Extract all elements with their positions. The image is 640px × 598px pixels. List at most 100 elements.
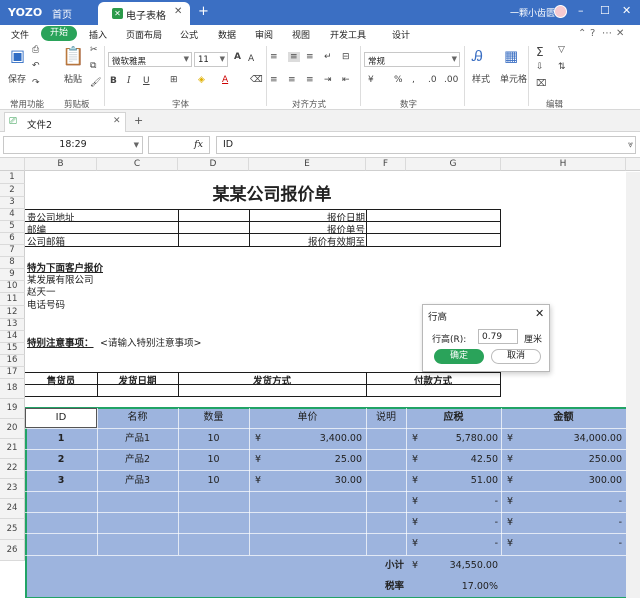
row-header[interactable]: 8 <box>0 257 25 269</box>
row-height-input[interactable]: 0.79 <box>478 329 518 344</box>
dialog-close-icon[interactable]: ✕ <box>535 307 544 320</box>
avatar[interactable] <box>554 5 567 18</box>
italic-icon[interactable]: I <box>127 76 131 86</box>
row-header[interactable]: 5 <box>0 221 25 233</box>
copy-icon[interactable]: ⧉ <box>90 61 96 71</box>
shrink-font-icon[interactable]: A <box>248 54 254 64</box>
row-header[interactable]: 6 <box>0 233 25 245</box>
row-header[interactable]: 22 <box>0 459 25 479</box>
column-header-b[interactable]: B <box>25 158 97 171</box>
row-header[interactable]: 2 <box>0 184 25 197</box>
menu-view[interactable]: 视图 <box>292 28 310 41</box>
style-icon[interactable]: Ꭿ <box>472 47 483 65</box>
row-header[interactable]: 25 <box>0 519 25 540</box>
help-icon[interactable]: ? <box>590 28 595 39</box>
formula-input[interactable]: ID <box>216 136 636 154</box>
row-header[interactable]: 19 <box>0 399 25 419</box>
style-label[interactable]: 样式 <box>472 72 490 85</box>
row-header[interactable]: 16 <box>0 355 25 367</box>
corner-select[interactable] <box>0 158 25 171</box>
row-header[interactable]: 7 <box>0 245 25 257</box>
align-top-icon[interactable]: ≡ <box>270 52 278 62</box>
fx-icon[interactable]: fx <box>148 136 210 154</box>
menu-file[interactable]: 文件 <box>11 28 29 41</box>
menu-design[interactable]: 设计 <box>392 28 410 41</box>
clear-format-icon[interactable]: ⌫ <box>250 75 263 85</box>
row-header[interactable]: 11 <box>0 293 25 306</box>
row-header[interactable]: 20 <box>0 419 25 439</box>
row-header[interactable]: 10 <box>0 281 25 293</box>
minimize-icon[interactable]: – <box>578 4 584 17</box>
row-header[interactable]: 9 <box>0 269 25 281</box>
cut-icon[interactable]: ✂ <box>90 45 98 55</box>
column-header-e[interactable]: E <box>249 158 366 171</box>
paste-icon[interactable]: 📋 <box>62 46 84 67</box>
row-header[interactable]: 14 <box>0 331 25 343</box>
document-tab[interactable]: ✕ 电子表格 ✕ <box>98 2 190 25</box>
row-header[interactable]: 24 <box>0 499 25 519</box>
menu-insert[interactable]: 插入 <box>89 28 107 41</box>
row-header[interactable]: 3 <box>0 197 25 209</box>
collapse-ribbon-icon[interactable]: ⌃ <box>578 28 586 39</box>
row-header[interactable]: 18 <box>0 379 25 399</box>
indent-icon[interactable]: ⇥ <box>324 75 332 85</box>
column-header-h[interactable]: H <box>501 158 626 171</box>
cancel-button[interactable]: 取消 <box>491 349 541 364</box>
row-header[interactable]: 23 <box>0 479 25 499</box>
menu-page-layout[interactable]: 页面布局 <box>126 28 162 41</box>
file-tab[interactable]: ⎚ 文件2 ✕ <box>4 112 126 132</box>
sort-icon[interactable]: ⇅ <box>558 62 566 72</box>
redo-icon[interactable]: ↷ <box>32 78 40 88</box>
bold-icon[interactable]: B <box>110 76 117 86</box>
expand-formula-icon[interactable]: ⩔ <box>628 140 633 150</box>
column-header-c[interactable]: C <box>97 158 178 171</box>
name-box[interactable]: 18:29 ▼ <box>3 136 143 154</box>
align-bottom-icon[interactable]: ≡ <box>306 52 314 62</box>
percent-icon[interactable]: % <box>394 75 403 85</box>
fill-icon[interactable]: ⇩ <box>536 62 544 72</box>
row-header[interactable]: 4 <box>0 209 25 221</box>
save-icon[interactable]: ▣ <box>10 46 25 65</box>
id-header-cell[interactable]: ID <box>25 408 97 428</box>
align-middle-icon[interactable]: ≡ <box>288 52 300 62</box>
row-header[interactable]: 1 <box>0 171 25 184</box>
cell-label[interactable]: 单元格 <box>500 72 527 85</box>
clear-icon[interactable]: ⌧ <box>536 79 546 89</box>
column-header-g[interactable]: G <box>406 158 501 171</box>
increase-decimal-icon[interactable]: .0 <box>428 75 437 85</box>
column-header-d[interactable]: D <box>178 158 249 171</box>
menu-formula[interactable]: 公式 <box>180 28 198 41</box>
column-header-f[interactable]: F <box>366 158 406 171</box>
align-center-icon[interactable]: ≡ <box>288 75 296 85</box>
row-header[interactable]: 13 <box>0 319 25 331</box>
save-label[interactable]: 保存 <box>8 72 26 85</box>
currency-icon[interactable]: ¥ <box>368 75 374 85</box>
menu-review[interactable]: 审阅 <box>255 28 273 41</box>
wrap-text-icon[interactable]: ↵ <box>324 52 332 62</box>
format-painter-icon[interactable]: 🖌 <box>90 78 101 88</box>
ok-button[interactable]: 确定 <box>434 349 484 364</box>
sum-icon[interactable]: Σ <box>536 45 544 59</box>
close-ribbon-icon[interactable]: ✕ <box>616 28 624 39</box>
cell-icon[interactable]: ▦ <box>504 47 518 65</box>
new-tab-icon[interactable]: + <box>198 4 209 19</box>
underline-icon[interactable]: U <box>143 76 150 86</box>
fill-color-icon[interactable]: ◈ <box>198 75 205 85</box>
add-file-icon[interactable]: + <box>134 114 143 127</box>
grow-font-icon[interactable]: A <box>234 52 241 62</box>
row-header[interactable]: 21 <box>0 439 25 459</box>
row-header[interactable]: 26 <box>0 540 25 561</box>
align-left-icon[interactable]: ≡ <box>270 75 278 85</box>
share-icon[interactable]: ⋯ <box>602 28 612 39</box>
print-icon[interactable]: ⎙ <box>32 45 39 55</box>
merge-icon[interactable]: ⊟ <box>342 52 350 62</box>
maximize-icon[interactable]: ☐ <box>600 4 610 17</box>
font-family-select[interactable]: 微软雅黑 ▼ <box>108 52 192 67</box>
number-format-select[interactable]: 常规 ▼ <box>364 52 460 67</box>
undo-icon[interactable]: ↶ <box>32 61 40 71</box>
menu-start[interactable]: 开始 <box>41 26 77 41</box>
row-header[interactable]: 17 <box>0 367 25 379</box>
font-color-icon[interactable]: A <box>222 75 228 85</box>
outdent-icon[interactable]: ⇤ <box>342 75 350 85</box>
close-file-icon[interactable]: ✕ <box>113 116 121 126</box>
